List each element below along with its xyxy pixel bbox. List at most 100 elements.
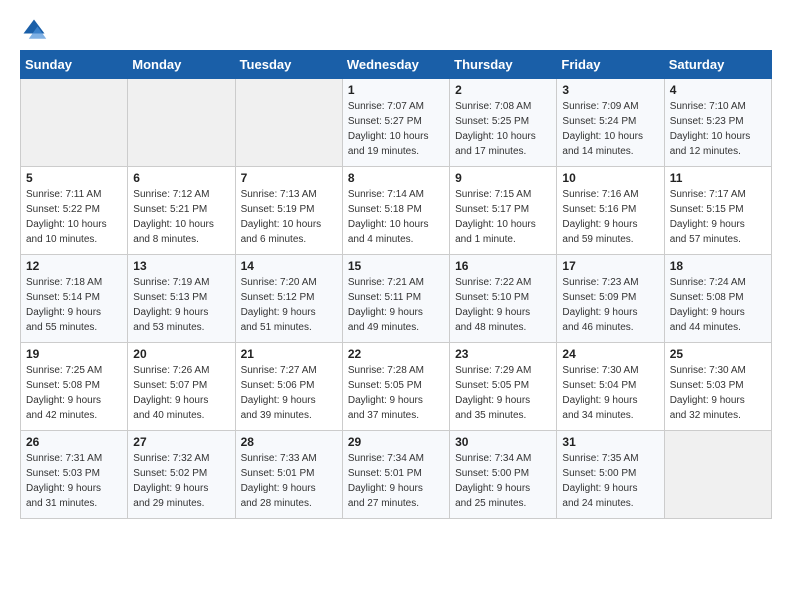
weekday-header-tuesday: Tuesday (235, 51, 342, 79)
day-number: 12 (26, 259, 122, 273)
weekday-header-saturday: Saturday (664, 51, 771, 79)
weekday-header-friday: Friday (557, 51, 664, 79)
calendar-cell (128, 79, 235, 167)
day-number: 22 (348, 347, 444, 361)
calendar-cell: 5Sunrise: 7:11 AM Sunset: 5:22 PM Daylig… (21, 167, 128, 255)
day-detail: Sunrise: 7:12 AM Sunset: 5:21 PM Dayligh… (133, 187, 229, 247)
calendar-cell: 19 Sunrise: 7:25 AM Sunset: 5:08 PM Dayli… (21, 343, 128, 431)
calendar-cell: 2 Sunrise: 7:08 AM Sunset: 5:25 PM Daylig… (450, 79, 557, 167)
calendar-cell: 11 Sunrise: 7:17 AM Sunset: 5:15 PM Dayli… (664, 167, 771, 255)
day-detail: Sunrise: 7:35 AM Sunset: 5:00 PM Dayligh… (562, 451, 658, 511)
day-number: 28 (241, 435, 337, 449)
day-number: 16 (455, 259, 551, 273)
day-detail: Sunrise: 7:17 AM Sunset: 5:15 PM Dayligh… (670, 187, 766, 247)
day-number: 2 (455, 83, 551, 97)
calendar-cell (664, 431, 771, 519)
day-number: 7 (241, 171, 337, 185)
calendar-cell: 23Sunrise: 7:29 AM Sunset: 5:05 PM Dayli… (450, 343, 557, 431)
day-detail: Sunrise: 7:23 AM Sunset: 5:09 PM Dayligh… (562, 275, 658, 335)
page: SundayMondayTuesdayWednesdayThursdayFrid… (0, 0, 792, 535)
day-number: 31 (562, 435, 658, 449)
calendar-cell: 25Sunrise: 7:30 AM Sunset: 5:03 PM Dayli… (664, 343, 771, 431)
week-row-4: 19 Sunrise: 7:25 AM Sunset: 5:08 PM Dayli… (21, 343, 772, 431)
day-number: 21 (241, 347, 337, 361)
calendar-cell: 26Sunrise: 7:31 AM Sunset: 5:03 PM Dayli… (21, 431, 128, 519)
day-detail: Sunrise: 7:31 AM Sunset: 5:03 PM Dayligh… (26, 451, 122, 511)
day-number: 20 (133, 347, 229, 361)
calendar-cell: 7 Sunrise: 7:13 AM Sunset: 5:19 PM Daylig… (235, 167, 342, 255)
calendar-cell: 29Sunrise: 7:34 AM Sunset: 5:01 PM Dayli… (342, 431, 449, 519)
day-detail: Sunrise: 7:14 AM Sunset: 5:18 PM Dayligh… (348, 187, 444, 247)
calendar-cell: 8 Sunrise: 7:14 AM Sunset: 5:18 PM Daylig… (342, 167, 449, 255)
weekday-header-row: SundayMondayTuesdayWednesdayThursdayFrid… (21, 51, 772, 79)
calendar-cell: 6 Sunrise: 7:12 AM Sunset: 5:21 PM Daylig… (128, 167, 235, 255)
day-number: 11 (670, 171, 766, 185)
calendar-cell: 31 Sunrise: 7:35 AM Sunset: 5:00 PM Dayli… (557, 431, 664, 519)
day-number: 6 (133, 171, 229, 185)
day-number: 13 (133, 259, 229, 273)
week-row-2: 5Sunrise: 7:11 AM Sunset: 5:22 PM Daylig… (21, 167, 772, 255)
day-detail: Sunrise: 7:34 AM Sunset: 5:01 PM Dayligh… (348, 451, 444, 511)
calendar-cell: 24 Sunrise: 7:30 AM Sunset: 5:04 PM Dayli… (557, 343, 664, 431)
day-number: 24 (562, 347, 658, 361)
calendar-cell: 14Sunrise: 7:20 AM Sunset: 5:12 PM Dayli… (235, 255, 342, 343)
day-number: 25 (670, 347, 766, 361)
day-detail: Sunrise: 7:20 AM Sunset: 5:12 PM Dayligh… (241, 275, 337, 335)
calendar-cell: 30 Sunrise: 7:34 AM Sunset: 5:00 PM Dayli… (450, 431, 557, 519)
logo (20, 16, 52, 44)
day-detail: Sunrise: 7:09 AM Sunset: 5:24 PM Dayligh… (562, 99, 658, 159)
day-detail: Sunrise: 7:34 AM Sunset: 5:00 PM Dayligh… (455, 451, 551, 511)
day-detail: Sunrise: 7:15 AM Sunset: 5:17 PM Dayligh… (455, 187, 551, 247)
day-number: 23 (455, 347, 551, 361)
day-number: 27 (133, 435, 229, 449)
day-detail: Sunrise: 7:25 AM Sunset: 5:08 PM Dayligh… (26, 363, 122, 423)
day-detail: Sunrise: 7:19 AM Sunset: 5:13 PM Dayligh… (133, 275, 229, 335)
day-number: 30 (455, 435, 551, 449)
calendar-cell (235, 79, 342, 167)
day-detail: Sunrise: 7:22 AM Sunset: 5:10 PM Dayligh… (455, 275, 551, 335)
day-number: 4 (670, 83, 766, 97)
day-detail: Sunrise: 7:18 AM Sunset: 5:14 PM Dayligh… (26, 275, 122, 335)
calendar-cell: 12 Sunrise: 7:18 AM Sunset: 5:14 PM Dayli… (21, 255, 128, 343)
day-number: 8 (348, 171, 444, 185)
day-detail: Sunrise: 7:26 AM Sunset: 5:07 PM Dayligh… (133, 363, 229, 423)
day-detail: Sunrise: 7:30 AM Sunset: 5:04 PM Dayligh… (562, 363, 658, 423)
day-number: 18 (670, 259, 766, 273)
calendar-cell: 1Sunrise: 7:07 AM Sunset: 5:27 PM Daylig… (342, 79, 449, 167)
calendar-cell: 18Sunrise: 7:24 AM Sunset: 5:08 PM Dayli… (664, 255, 771, 343)
calendar-cell: 13 Sunrise: 7:19 AM Sunset: 5:13 PM Dayli… (128, 255, 235, 343)
day-number: 5 (26, 171, 122, 185)
day-number: 15 (348, 259, 444, 273)
calendar-cell: 28 Sunrise: 7:33 AM Sunset: 5:01 PM Dayli… (235, 431, 342, 519)
calendar-table: SundayMondayTuesdayWednesdayThursdayFrid… (20, 50, 772, 519)
calendar-cell: 3 Sunrise: 7:09 AM Sunset: 5:24 PM Daylig… (557, 79, 664, 167)
calendar-cell: 10Sunrise: 7:16 AM Sunset: 5:16 PM Dayli… (557, 167, 664, 255)
day-detail: Sunrise: 7:28 AM Sunset: 5:05 PM Dayligh… (348, 363, 444, 423)
day-number: 1 (348, 83, 444, 97)
day-number: 3 (562, 83, 658, 97)
week-row-3: 12 Sunrise: 7:18 AM Sunset: 5:14 PM Dayli… (21, 255, 772, 343)
calendar-cell: 27 Sunrise: 7:32 AM Sunset: 5:02 PM Dayli… (128, 431, 235, 519)
day-number: 10 (562, 171, 658, 185)
logo-icon (20, 16, 48, 44)
weekday-header-monday: Monday (128, 51, 235, 79)
day-detail: Sunrise: 7:13 AM Sunset: 5:19 PM Dayligh… (241, 187, 337, 247)
weekday-header-thursday: Thursday (450, 51, 557, 79)
calendar-cell: 21 Sunrise: 7:27 AM Sunset: 5:06 PM Dayli… (235, 343, 342, 431)
day-detail: Sunrise: 7:21 AM Sunset: 5:11 PM Dayligh… (348, 275, 444, 335)
calendar-cell: 20 Sunrise: 7:26 AM Sunset: 5:07 PM Dayli… (128, 343, 235, 431)
calendar-cell: 17Sunrise: 7:23 AM Sunset: 5:09 PM Dayli… (557, 255, 664, 343)
calendar-cell: 15 Sunrise: 7:21 AM Sunset: 5:11 PM Dayli… (342, 255, 449, 343)
day-detail: Sunrise: 7:10 AM Sunset: 5:23 PM Dayligh… (670, 99, 766, 159)
weekday-header-wednesday: Wednesday (342, 51, 449, 79)
day-detail: Sunrise: 7:32 AM Sunset: 5:02 PM Dayligh… (133, 451, 229, 511)
week-row-1: 1Sunrise: 7:07 AM Sunset: 5:27 PM Daylig… (21, 79, 772, 167)
day-detail: Sunrise: 7:08 AM Sunset: 5:25 PM Dayligh… (455, 99, 551, 159)
day-number: 9 (455, 171, 551, 185)
day-number: 19 (26, 347, 122, 361)
calendar-cell (21, 79, 128, 167)
calendar-cell: 22 Sunrise: 7:28 AM Sunset: 5:05 PM Dayli… (342, 343, 449, 431)
header (20, 16, 772, 44)
day-detail: Sunrise: 7:33 AM Sunset: 5:01 PM Dayligh… (241, 451, 337, 511)
day-detail: Sunrise: 7:27 AM Sunset: 5:06 PM Dayligh… (241, 363, 337, 423)
